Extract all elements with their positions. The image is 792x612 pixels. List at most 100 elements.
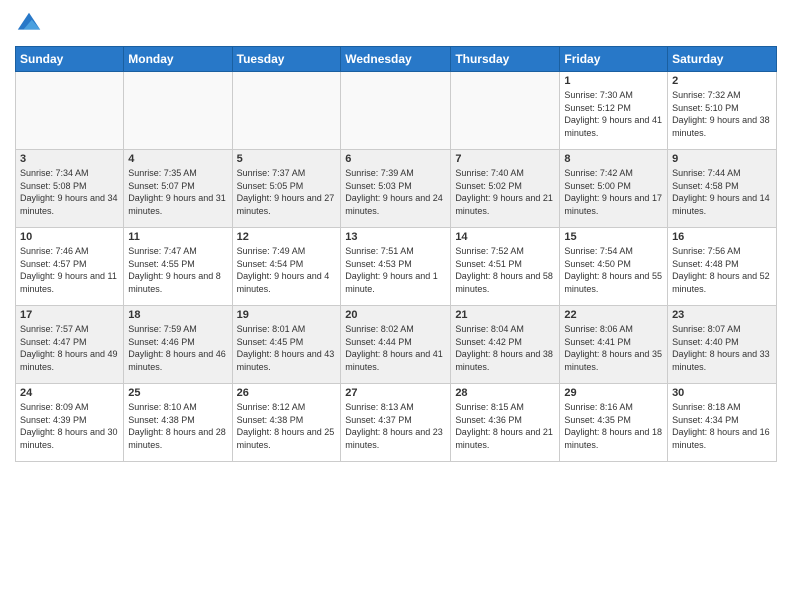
day-number: 24 bbox=[20, 387, 119, 399]
day-info: Sunrise: 7:51 AM Sunset: 4:53 PM Dayligh… bbox=[345, 245, 446, 295]
calendar-day-cell: 30 Sunrise: 8:18 AM Sunset: 4:34 PM Dayli… bbox=[668, 384, 777, 462]
calendar-day-cell: 12Sunrise: 7:49 AM Sunset: 4:54 PM Dayli… bbox=[232, 228, 341, 306]
day-number: 7 bbox=[455, 153, 555, 165]
day-number: 2 bbox=[672, 75, 772, 87]
day-info: Sunrise: 8:10 AM Sunset: 4:38 PM Dayligh… bbox=[128, 401, 227, 451]
day-info: Sunrise: 7:46 AM Sunset: 4:57 PM Dayligh… bbox=[20, 245, 119, 295]
calendar-day-cell: 9Sunrise: 7:44 AM Sunset: 4:58 PM Daylig… bbox=[668, 150, 777, 228]
day-number: 16 bbox=[672, 231, 772, 243]
logo bbox=[15, 10, 47, 38]
calendar-day-cell: 17 Sunrise: 7:57 AM Sunset: 4:47 PM Dayli… bbox=[16, 306, 124, 384]
calendar-day-cell: 21 Sunrise: 8:04 AM Sunset: 4:42 PM Dayli… bbox=[451, 306, 560, 384]
calendar-day-cell: 11 Sunrise: 7:47 AM Sunset: 4:55 PM Dayli… bbox=[124, 228, 232, 306]
day-number: 8 bbox=[564, 153, 663, 165]
calendar-day-cell: 5 Sunrise: 7:37 AM Sunset: 5:05 PM Daylig… bbox=[232, 150, 341, 228]
calendar-day-cell: 10 Sunrise: 7:46 AM Sunset: 4:57 PM Dayli… bbox=[16, 228, 124, 306]
weekday-header: Monday bbox=[124, 47, 232, 72]
calendar-table: SundayMondayTuesdayWednesdayThursdayFrid… bbox=[15, 46, 777, 462]
calendar-day-cell: 28 Sunrise: 8:15 AM Sunset: 4:36 PM Dayli… bbox=[451, 384, 560, 462]
day-info: Sunrise: 8:16 AM Sunset: 4:35 PM Dayligh… bbox=[564, 401, 663, 451]
day-info: Sunrise: 7:54 AM Sunset: 4:50 PM Dayligh… bbox=[564, 245, 663, 295]
day-info: Sunrise: 8:15 AM Sunset: 4:36 PM Dayligh… bbox=[455, 401, 555, 451]
day-number: 13 bbox=[345, 231, 446, 243]
weekday-header: Sunday bbox=[16, 47, 124, 72]
calendar-day-cell: 23 Sunrise: 8:07 AM Sunset: 4:40 PM Dayli… bbox=[668, 306, 777, 384]
day-number: 20 bbox=[345, 309, 446, 321]
day-info: Sunrise: 7:37 AM Sunset: 5:05 PM Dayligh… bbox=[237, 167, 337, 217]
weekday-header: Thursday bbox=[451, 47, 560, 72]
calendar-day-cell: 3 Sunrise: 7:34 AM Sunset: 5:08 PM Daylig… bbox=[16, 150, 124, 228]
day-number: 5 bbox=[237, 153, 337, 165]
calendar-week-row: 17 Sunrise: 7:57 AM Sunset: 4:47 PM Dayli… bbox=[16, 306, 777, 384]
calendar-day-cell: 19 Sunrise: 8:01 AM Sunset: 4:45 PM Dayli… bbox=[232, 306, 341, 384]
day-number: 1 bbox=[564, 75, 663, 87]
calendar-day-cell: 4 Sunrise: 7:35 AM Sunset: 5:07 PM Daylig… bbox=[124, 150, 232, 228]
day-info: Sunrise: 8:12 AM Sunset: 4:38 PM Dayligh… bbox=[237, 401, 337, 451]
day-info: Sunrise: 8:06 AM Sunset: 4:41 PM Dayligh… bbox=[564, 323, 663, 373]
day-number: 9 bbox=[672, 153, 772, 165]
day-number: 12 bbox=[237, 231, 337, 243]
calendar-week-row: 1Sunrise: 7:30 AM Sunset: 5:12 PM Daylig… bbox=[16, 72, 777, 150]
calendar-week-row: 24 Sunrise: 8:09 AM Sunset: 4:39 PM Dayli… bbox=[16, 384, 777, 462]
day-number: 17 bbox=[20, 309, 119, 321]
calendar-day-cell: 18 Sunrise: 7:59 AM Sunset: 4:46 PM Dayli… bbox=[124, 306, 232, 384]
day-info: Sunrise: 7:40 AM Sunset: 5:02 PM Dayligh… bbox=[455, 167, 555, 217]
calendar-day-cell bbox=[341, 72, 451, 150]
day-number: 25 bbox=[128, 387, 227, 399]
day-number: 22 bbox=[564, 309, 663, 321]
day-info: Sunrise: 8:04 AM Sunset: 4:42 PM Dayligh… bbox=[455, 323, 555, 373]
day-number: 29 bbox=[564, 387, 663, 399]
day-number: 23 bbox=[672, 309, 772, 321]
logo-icon bbox=[15, 10, 43, 38]
day-info: Sunrise: 7:57 AM Sunset: 4:47 PM Dayligh… bbox=[20, 323, 119, 373]
calendar-week-row: 10 Sunrise: 7:46 AM Sunset: 4:57 PM Dayli… bbox=[16, 228, 777, 306]
day-info: Sunrise: 8:02 AM Sunset: 4:44 PM Dayligh… bbox=[345, 323, 446, 373]
day-number: 10 bbox=[20, 231, 119, 243]
day-number: 30 bbox=[672, 387, 772, 399]
calendar-day-cell: 22 Sunrise: 8:06 AM Sunset: 4:41 PM Dayli… bbox=[560, 306, 668, 384]
calendar-day-cell: 2Sunrise: 7:32 AM Sunset: 5:10 PM Daylig… bbox=[668, 72, 777, 150]
day-info: Sunrise: 8:07 AM Sunset: 4:40 PM Dayligh… bbox=[672, 323, 772, 373]
calendar-day-cell: 20 Sunrise: 8:02 AM Sunset: 4:44 PM Dayli… bbox=[341, 306, 451, 384]
calendar-day-cell: 13 Sunrise: 7:51 AM Sunset: 4:53 PM Dayli… bbox=[341, 228, 451, 306]
day-info: Sunrise: 7:47 AM Sunset: 4:55 PM Dayligh… bbox=[128, 245, 227, 295]
calendar-day-cell: 8 Sunrise: 7:42 AM Sunset: 5:00 PM Daylig… bbox=[560, 150, 668, 228]
day-info: Sunrise: 7:59 AM Sunset: 4:46 PM Dayligh… bbox=[128, 323, 227, 373]
day-info: Sunrise: 7:39 AM Sunset: 5:03 PM Dayligh… bbox=[345, 167, 446, 217]
calendar-day-cell: 29 Sunrise: 8:16 AM Sunset: 4:35 PM Dayli… bbox=[560, 384, 668, 462]
day-number: 6 bbox=[345, 153, 446, 165]
day-info: Sunrise: 7:42 AM Sunset: 5:00 PM Dayligh… bbox=[564, 167, 663, 217]
day-info: Sunrise: 8:09 AM Sunset: 4:39 PM Dayligh… bbox=[20, 401, 119, 451]
calendar-day-cell bbox=[451, 72, 560, 150]
day-info: Sunrise: 8:01 AM Sunset: 4:45 PM Dayligh… bbox=[237, 323, 337, 373]
page-header bbox=[15, 10, 777, 38]
day-info: Sunrise: 8:18 AM Sunset: 4:34 PM Dayligh… bbox=[672, 401, 772, 451]
day-number: 18 bbox=[128, 309, 227, 321]
page-container: SundayMondayTuesdayWednesdayThursdayFrid… bbox=[0, 0, 792, 612]
day-number: 27 bbox=[345, 387, 446, 399]
calendar-day-cell: 7 Sunrise: 7:40 AM Sunset: 5:02 PM Daylig… bbox=[451, 150, 560, 228]
calendar-day-cell: 25 Sunrise: 8:10 AM Sunset: 4:38 PM Dayli… bbox=[124, 384, 232, 462]
day-number: 26 bbox=[237, 387, 337, 399]
weekday-header: Saturday bbox=[668, 47, 777, 72]
day-number: 19 bbox=[237, 309, 337, 321]
day-number: 28 bbox=[455, 387, 555, 399]
calendar-day-cell bbox=[124, 72, 232, 150]
day-number: 15 bbox=[564, 231, 663, 243]
calendar-day-cell bbox=[232, 72, 341, 150]
day-info: Sunrise: 8:13 AM Sunset: 4:37 PM Dayligh… bbox=[345, 401, 446, 451]
calendar-day-cell: 26 Sunrise: 8:12 AM Sunset: 4:38 PM Dayli… bbox=[232, 384, 341, 462]
calendar-day-cell: 24 Sunrise: 8:09 AM Sunset: 4:39 PM Dayli… bbox=[16, 384, 124, 462]
calendar-day-cell: 1Sunrise: 7:30 AM Sunset: 5:12 PM Daylig… bbox=[560, 72, 668, 150]
day-info: Sunrise: 7:35 AM Sunset: 5:07 PM Dayligh… bbox=[128, 167, 227, 217]
calendar-day-cell: 14Sunrise: 7:52 AM Sunset: 4:51 PM Dayli… bbox=[451, 228, 560, 306]
day-info: Sunrise: 7:56 AM Sunset: 4:48 PM Dayligh… bbox=[672, 245, 772, 295]
day-info: Sunrise: 7:34 AM Sunset: 5:08 PM Dayligh… bbox=[20, 167, 119, 217]
weekday-header: Friday bbox=[560, 47, 668, 72]
day-number: 11 bbox=[128, 231, 227, 243]
day-number: 21 bbox=[455, 309, 555, 321]
calendar-day-cell: 6 Sunrise: 7:39 AM Sunset: 5:03 PM Daylig… bbox=[341, 150, 451, 228]
calendar-day-cell: 16 Sunrise: 7:56 AM Sunset: 4:48 PM Dayli… bbox=[668, 228, 777, 306]
day-number: 4 bbox=[128, 153, 227, 165]
day-number: 3 bbox=[20, 153, 119, 165]
